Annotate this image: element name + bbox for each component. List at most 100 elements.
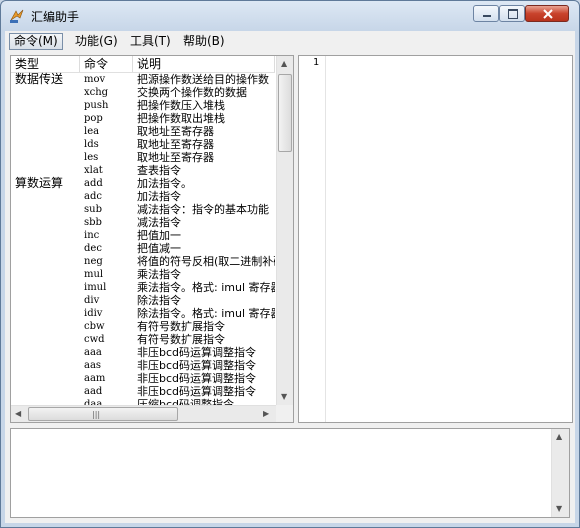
menu-function[interactable]: 功能(G) — [71, 33, 122, 50]
app-icon — [10, 9, 24, 23]
client-area: 类型 命令 说明 数据传送 mov 把源操作数送给目的操作数 xchg 交换两个操作数的… — [5, 53, 575, 523]
row-command: mul — [84, 269, 104, 280]
list-item[interactable]: lea 取地址至寄存器 — [11, 125, 275, 138]
column-header-description[interactable]: 说明 — [133, 56, 275, 72]
output-vertical-scrollbar[interactable]: ▲ ▼ — [551, 429, 569, 517]
list-rows: 数据传送 mov 把源操作数送给目的操作数 xchg 交换两个操作数的数据 push 把操作… — [11, 73, 275, 412]
line-number-gutter: 1 — [299, 56, 326, 422]
list-horizontal-scroll-thumb[interactable]: ||| — [28, 407, 178, 421]
title-bar[interactable]: 汇编助手 — [1, 1, 579, 31]
list-item[interactable]: les 取地址至寄存器 — [11, 151, 275, 164]
code-editor[interactable]: 1 — [298, 55, 573, 423]
list-item[interactable]: imul 乘法指令。格式: imul 寄存器 — [11, 281, 275, 294]
row-command: add — [84, 178, 103, 189]
list-item[interactable]: sbb 减法指令 — [11, 216, 275, 229]
row-description: 把值加一 — [137, 229, 181, 242]
output-scroll-down-arrow-icon[interactable]: ▼ — [556, 504, 562, 513]
close-button[interactable] — [525, 5, 569, 22]
close-icon — [543, 9, 553, 19]
list-item[interactable]: aaa 非压bcd码运算调整指令 — [11, 346, 275, 359]
list-item[interactable]: aad 非压bcd码运算调整指令 — [11, 385, 275, 398]
list-item[interactable]: inc 把值加一 — [11, 229, 275, 242]
list-item[interactable]: mul 乘法指令 — [11, 268, 275, 281]
list-item[interactable]: cbw 有符号数扩展指令 — [11, 320, 275, 333]
list-item[interactable]: 数据传送 mov 把源操作数送给目的操作数 — [11, 73, 275, 87]
row-command: sub — [84, 204, 102, 215]
list-item[interactable]: 算数运算 add 加法指令。 — [11, 176, 275, 191]
list-item[interactable]: cwd 有符号数扩展指令 — [11, 333, 275, 346]
list-item[interactable]: pop 把操作数取出堆栈 — [11, 112, 275, 125]
row-description: 加法指令。 — [137, 177, 192, 190]
row-description: 非压bcd码运算调整指令 — [137, 346, 257, 359]
row-type: 算数运算 — [15, 176, 64, 190]
maximize-icon — [508, 9, 518, 19]
minimize-button[interactable] — [473, 5, 499, 22]
menu-tools[interactable]: 工具(T) — [126, 33, 175, 50]
list-item[interactable]: push 把操作数压入堆栈 — [11, 99, 275, 112]
row-description: 把操作数取出堆栈 — [137, 112, 225, 125]
scroll-right-arrow-icon[interactable]: ▶ — [263, 409, 269, 418]
row-description: 加法指令 — [137, 190, 181, 203]
row-description: 除法指令。格式: imul 寄存器 — [137, 307, 275, 320]
row-command: xlat — [84, 165, 103, 176]
row-description: 非压bcd码运算调整指令 — [137, 372, 257, 385]
list-item[interactable]: adc 加法指令 — [11, 190, 275, 203]
row-command: aas — [84, 360, 102, 371]
list-item[interactable]: lds 取地址至寄存器 — [11, 138, 275, 151]
row-command: imul — [84, 282, 107, 293]
list-header: 类型 命令 说明 — [11, 56, 275, 73]
list-item[interactable]: dec 把值减一 — [11, 242, 275, 255]
list-item[interactable]: neg 将值的符号反相(取二进制补码) — [11, 255, 275, 268]
list-item[interactable]: aas 非压bcd码运算调整指令 — [11, 359, 275, 372]
row-description: 取地址至寄存器 — [137, 151, 214, 164]
row-command: les — [84, 152, 99, 163]
grip-icon: ||| — [92, 410, 101, 419]
row-command: dec — [84, 243, 102, 254]
menu-bar: 命令(M) 功能(G) 工具(T) 帮助(B) — [5, 31, 575, 54]
instruction-list[interactable]: 类型 命令 说明 数据传送 mov 把源操作数送给目的操作数 xchg 交换两个操作数的… — [10, 55, 294, 423]
column-header-type[interactable]: 类型 — [11, 56, 80, 72]
list-vertical-scrollbar[interactable]: ▲ ▼ — [276, 56, 293, 405]
scroll-up-arrow-icon[interactable]: ▲ — [281, 59, 287, 68]
scroll-left-arrow-icon[interactable]: ◀ — [15, 409, 21, 418]
app-window: 汇编助手 命令(M) 功能(G) 工具(T) 帮助(B) 类型 命令 说明 数据… — [0, 0, 580, 528]
row-command: pop — [84, 113, 103, 124]
row-description: 除法指令 — [137, 294, 181, 307]
list-item[interactable]: idiv 除法指令。格式: imul 寄存器 — [11, 307, 275, 320]
row-description: 把操作数压入堆栈 — [137, 99, 225, 112]
row-description: 乘法指令。格式: imul 寄存器 — [137, 281, 275, 294]
list-item[interactable]: xchg 交换两个操作数的数据 — [11, 86, 275, 99]
menu-help[interactable]: 帮助(B) — [179, 33, 229, 50]
list-item[interactable]: div 除法指令 — [11, 294, 275, 307]
column-header-command[interactable]: 命令 — [80, 56, 133, 72]
row-description: 交换两个操作数的数据 — [137, 86, 247, 99]
scroll-down-arrow-icon[interactable]: ▼ — [281, 392, 287, 401]
minimize-icon — [483, 15, 491, 17]
maximize-button[interactable] — [499, 5, 525, 22]
menu-command[interactable]: 命令(M) — [9, 33, 63, 50]
row-command: lds — [84, 139, 99, 150]
row-command: inc — [84, 230, 100, 241]
row-command: lea — [84, 126, 100, 137]
row-description: 非压bcd码运算调整指令 — [137, 385, 257, 398]
list-item[interactable]: sub 减法指令：指令的基本功能 — [11, 203, 275, 216]
window-title: 汇编助手 — [31, 10, 80, 24]
row-command: adc — [84, 191, 102, 202]
row-command: cwd — [84, 334, 105, 345]
row-description: 把值减一 — [137, 242, 181, 255]
row-command: aam — [84, 373, 106, 384]
row-command: mov — [84, 74, 106, 85]
row-command: push — [84, 100, 109, 111]
row-description: 有符号数扩展指令 — [137, 333, 225, 346]
row-command: sbb — [84, 217, 102, 228]
list-horizontal-scrollbar[interactable]: ◀ ||| ▶ — [11, 405, 276, 422]
list-vertical-scroll-thumb[interactable] — [278, 74, 292, 152]
list-item[interactable]: aam 非压bcd码运算调整指令 — [11, 372, 275, 385]
row-description: 减法指令 — [137, 216, 181, 229]
row-description: 取地址至寄存器 — [137, 138, 214, 151]
output-panel[interactable]: ▲ ▼ — [10, 428, 570, 518]
row-command: cbw — [84, 321, 105, 332]
output-scroll-up-arrow-icon[interactable]: ▲ — [556, 432, 562, 441]
row-description: 把源操作数送给目的操作数 — [137, 73, 269, 86]
scroll-corner — [276, 405, 293, 422]
